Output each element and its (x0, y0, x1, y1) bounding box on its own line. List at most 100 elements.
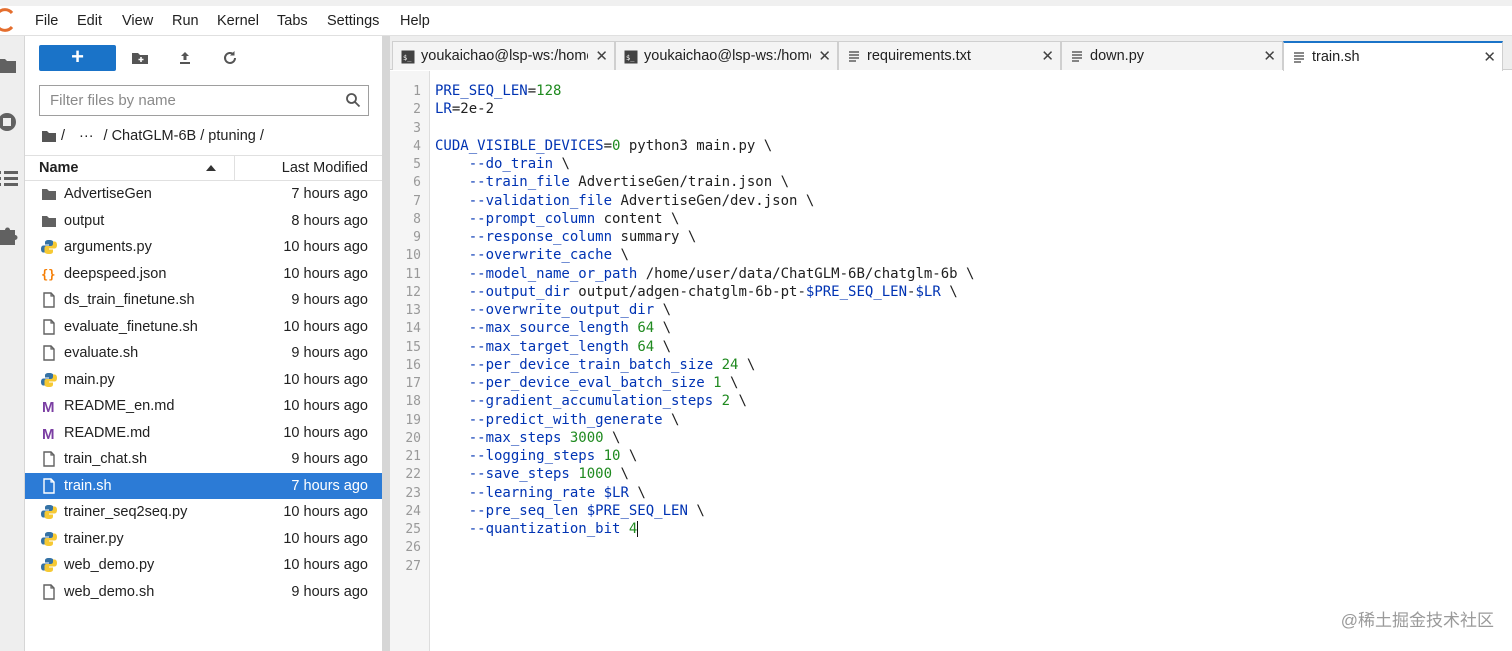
file-modified: 10 hours ago (283, 318, 368, 335)
code-line[interactable]: --pre_seq_len $PRE_SEQ_LEN \ (435, 503, 705, 519)
code-token: --max_target_length (468, 338, 629, 355)
file-row[interactable]: M README_en.md 10 hours ago (25, 393, 382, 420)
table-of-contents-icon[interactable] (0, 167, 18, 189)
menu-tabs[interactable]: Tabs (277, 13, 308, 29)
upload-icon[interactable] (176, 49, 194, 67)
file-name: ds_train_finetune.sh (64, 292, 195, 308)
code-line[interactable]: CUDA_VISIBLE_DEVICES=0 python3 main.py \ (435, 138, 772, 154)
code-token: 1000 (578, 466, 613, 483)
code-editor[interactable]: 1 2 3 4 5 6 7 8 9 10 11 12 13 14 15 16 17 18 19 20 21 22 23 24 2… (390, 71, 1512, 651)
sort-ascending-icon[interactable] (206, 165, 216, 171)
file-modified: 7 hours ago (291, 477, 368, 494)
code-token: --model_name_or_path (468, 265, 638, 282)
code-line[interactable]: --max_steps 3000 \ (435, 430, 621, 446)
file-row[interactable]: evaluate_finetune.sh 10 hours ago (25, 314, 382, 341)
code-line[interactable]: --response_column summary \ (435, 229, 697, 245)
file-modified: 10 hours ago (283, 557, 368, 573)
refresh-icon[interactable] (221, 49, 239, 67)
code-line[interactable]: --gradient_accumulation_steps 2 \ (435, 393, 747, 409)
code-line[interactable]: --quantization_bit 4 (435, 521, 639, 537)
code-line[interactable]: --predict_with_generate \ (435, 412, 680, 428)
menu-view[interactable]: View (122, 13, 153, 29)
breadcrumb-ellipsis[interactable]: ··· (79, 128, 94, 144)
file-row[interactable]: web_demo.sh 9 hours ago (25, 579, 382, 606)
code-line[interactable]: --save_steps 1000 \ (435, 466, 629, 482)
file-row[interactable]: AdvertiseGen 7 hours ago (25, 181, 382, 208)
extension-manager-icon[interactable] (0, 224, 18, 246)
file-row[interactable]: train_chat.sh 9 hours ago (25, 446, 382, 473)
breadcrumb-root[interactable]: / (61, 128, 65, 144)
column-divider[interactable] (234, 156, 235, 180)
text-file-icon (847, 50, 861, 64)
column-modified-header[interactable]: Last Modified (282, 160, 368, 176)
close-tab-icon[interactable]: ✕ (1041, 47, 1054, 65)
code-token: 64 (637, 338, 655, 355)
new-launcher-button[interactable]: + (39, 45, 116, 71)
close-tab-icon[interactable]: ✕ (1483, 48, 1496, 66)
menu-help[interactable]: Help (400, 13, 430, 29)
code-line[interactable]: --max_source_length 64 \ (435, 320, 671, 336)
editor-tab[interactable]: requirements.txt ✕ (838, 41, 1061, 70)
code-line[interactable]: --per_device_eval_batch_size 1 \ (435, 375, 739, 391)
editor-tab[interactable]: train.sh ✕ (1283, 41, 1503, 71)
code-line[interactable]: --do_train \ (435, 156, 570, 172)
file-row[interactable]: evaluate.sh 9 hours ago (25, 340, 382, 367)
editor-tab[interactable]: $_ youkaichao@lsp-ws:/home ✕ (392, 41, 615, 70)
menu-run[interactable]: Run (172, 13, 199, 29)
line-number: 1 (413, 84, 421, 99)
code-line[interactable]: --model_name_or_path /home/user/data/Cha… (435, 265, 975, 282)
file-row[interactable]: ds_train_finetune.sh 9 hours ago (25, 287, 382, 314)
code-line[interactable]: PRE_SEQ_LEN=128 (435, 83, 561, 99)
close-tab-icon[interactable]: ✕ (818, 47, 831, 65)
file-row[interactable]: arguments.py 10 hours ago (25, 234, 382, 261)
new-folder-icon[interactable] (131, 49, 149, 67)
close-tab-icon[interactable]: ✕ (595, 47, 608, 65)
code-token: 64 (637, 320, 655, 337)
breadcrumb-path[interactable]: / ChatGLM-6B / ptuning / (104, 128, 264, 144)
editor-tab[interactable]: $_ youkaichao@lsp-ws:/home ✕ (615, 41, 838, 70)
menu-kernel[interactable]: Kernel (217, 13, 259, 29)
file-name: arguments.py (64, 239, 152, 255)
search-icon[interactable] (345, 92, 361, 108)
file-row[interactable]: trainer.py 10 hours ago (25, 526, 382, 553)
file-row[interactable]: M README.md 10 hours ago (25, 420, 382, 447)
file-row[interactable]: output 8 hours ago (25, 208, 382, 235)
code-line[interactable]: --output_dir output/adgen-chatglm-6b-pt-… (435, 284, 958, 300)
code-line[interactable]: --learning_rate $LR \ (435, 485, 646, 501)
code-line[interactable]: LR=2e-2 (435, 101, 494, 117)
file-row[interactable]: trainer_seq2seq.py 10 hours ago (25, 499, 382, 526)
file-modified: 10 hours ago (283, 265, 368, 282)
file-name: train_chat.sh (64, 451, 148, 467)
code-line[interactable]: --validation_file AdvertiseGen/dev.json … (435, 193, 815, 209)
menu-settings[interactable]: Settings (327, 13, 379, 29)
menu-edit[interactable]: Edit (77, 13, 102, 29)
menu-file[interactable]: File (35, 13, 58, 29)
editor-tab[interactable]: down.py ✕ (1061, 41, 1283, 70)
panel-splitter[interactable] (382, 36, 390, 651)
code-line[interactable]: --max_target_length 64 \ (435, 339, 671, 355)
code-line[interactable]: --overwrite_cache \ (435, 247, 629, 263)
file-name: train.sh (64, 477, 112, 494)
code-token: = (527, 83, 537, 99)
home-folder-icon[interactable] (41, 129, 57, 143)
code-token: \ (940, 283, 958, 300)
code-token: --prompt_column (468, 210, 596, 227)
file-row[interactable]: web_demo.py 10 hours ago (25, 552, 382, 579)
close-tab-icon[interactable]: ✕ (1263, 47, 1276, 65)
file-filter-input[interactable] (40, 86, 335, 115)
file-row[interactable]: {} deepspeed.json 10 hours ago (25, 261, 382, 288)
file-row[interactable]: main.py 10 hours ago (25, 367, 382, 394)
code-line[interactable]: --per_device_train_batch_size 24 \ (435, 357, 756, 373)
running-kernels-icon[interactable] (0, 111, 18, 133)
code-line[interactable]: --logging_steps 10 \ (435, 448, 638, 464)
code-line[interactable]: --overwrite_output_dir \ (435, 302, 671, 318)
column-name-header[interactable]: Name (39, 160, 79, 176)
file-row[interactable]: train.sh 7 hours ago (25, 472, 382, 499)
code-line[interactable]: --train_file AdvertiseGen/train.json \ (435, 174, 789, 190)
folder-icon[interactable] (0, 54, 18, 76)
code-line[interactable]: --prompt_column content \ (435, 210, 680, 227)
